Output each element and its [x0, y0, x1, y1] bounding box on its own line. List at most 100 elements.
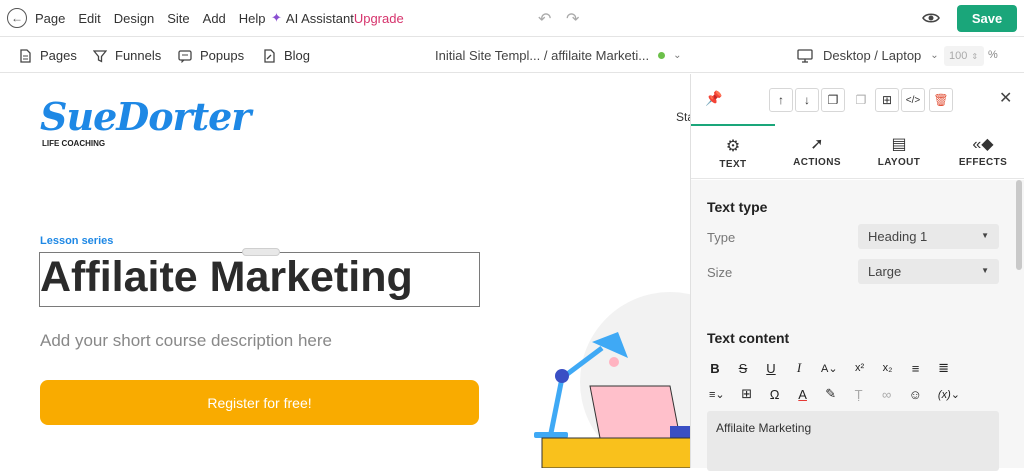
type-label: Type: [707, 230, 736, 245]
popup-icon: [178, 49, 192, 63]
italic-icon[interactable]: I: [793, 360, 805, 376]
highlight-pen-icon[interactable]: ✎: [825, 386, 837, 402]
panel-scrollbar[interactable]: [1016, 180, 1022, 270]
tab-effects-label: EFFECTS: [958, 157, 1008, 168]
layout-icon: ▤: [891, 136, 907, 153]
text-type-title: Text type: [707, 199, 768, 215]
popups-label: Popups: [200, 48, 245, 63]
secondary-bar: Pages Funnels Popups Blog Initial Site T…: [0, 38, 1024, 73]
menu-site[interactable]: Site: [167, 11, 189, 26]
zoom-value: 100: [949, 50, 968, 62]
font-size-icon[interactable]: A⌄: [821, 362, 838, 375]
status-dot: [658, 52, 666, 59]
tab-text-label: TEXT: [719, 159, 747, 170]
tab-actions[interactable]: ➚ ACTIONS: [775, 124, 859, 179]
ai-assistant-button[interactable]: AI Assistant: [286, 11, 354, 26]
tab-actions-label: ACTIONS: [793, 157, 841, 168]
text-content-title: Text content: [707, 330, 790, 346]
stepper-icon[interactable]: ⇕: [971, 52, 978, 61]
ai-assistant-group: ✦ AI Assistant Upgrade: [271, 10, 404, 26]
underline-icon[interactable]: U: [765, 361, 777, 376]
chevron-down-icon: ⌄: [930, 50, 939, 61]
move-up-icon[interactable]: ↑: [769, 88, 793, 112]
format-toolbar-row-2: ≡⌄ ⊞ Ω A ✎ Ṭ ∞ ☺ (x)⌄: [709, 386, 976, 402]
back-arrow-icon[interactable]: ←: [7, 8, 27, 28]
text-content-editor[interactable]: Affilaite Marketing: [707, 411, 999, 471]
superscript-icon[interactable]: x²: [854, 362, 866, 374]
desk-lamp-illustration: [534, 292, 690, 468]
subscript-icon[interactable]: x₂: [882, 362, 894, 374]
bullet-list-icon[interactable]: ≡: [910, 361, 922, 376]
blog-nav[interactable]: Blog: [262, 48, 310, 63]
blog-edit-icon: [264, 48, 275, 63]
delete-trash-icon[interactable]: 🗑: [929, 88, 953, 112]
menu-add[interactable]: Add: [203, 11, 226, 26]
site-path-selector[interactable]: Initial Site Templ... / affilaite Market…: [435, 48, 682, 63]
size-select-value: Large: [868, 264, 902, 279]
code-icon[interactable]: </>: [901, 88, 925, 112]
menu-edit[interactable]: Edit: [78, 11, 100, 26]
zoom-input[interactable]: 100 ⇕: [944, 46, 984, 66]
sparkle-icon: ✦: [271, 10, 282, 25]
course-description[interactable]: Add your short course description here: [40, 331, 332, 351]
special-char-icon[interactable]: Ω: [769, 387, 781, 402]
logo-tagline: LIFE COACHING: [42, 139, 106, 148]
strikethrough-icon[interactable]: S: [737, 361, 749, 376]
paste-icon[interactable]: ❐: [849, 88, 873, 112]
funnel-icon: [93, 49, 107, 63]
copy-icon[interactable]: ❐: [821, 88, 845, 112]
upgrade-link[interactable]: Upgrade: [354, 11, 404, 26]
bold-icon[interactable]: B: [709, 361, 721, 376]
save-button[interactable]: Save: [957, 5, 1017, 32]
move-down-icon[interactable]: ↓: [795, 88, 819, 112]
monitor-icon: [797, 48, 813, 63]
tab-layout-label: LAYOUT: [877, 157, 921, 168]
effects-icon: «◆: [972, 136, 994, 153]
size-label: Size: [707, 265, 733, 280]
variable-icon[interactable]: (x)⌄: [938, 388, 960, 401]
tab-text[interactable]: ⚙ TEXT: [691, 124, 775, 179]
clear-format-icon[interactable]: Ṭ: [853, 387, 865, 402]
align-icon[interactable]: ≡⌄: [709, 388, 725, 401]
funnels-label: Funnels: [115, 48, 162, 63]
type-select-value: Heading 1: [868, 229, 928, 244]
emoji-icon[interactable]: ☺: [909, 387, 922, 402]
pages-label: Pages: [40, 48, 77, 63]
page-heading[interactable]: Affilaite Marketing: [40, 253, 413, 302]
close-icon[interactable]: ✕: [999, 88, 1012, 108]
table-icon[interactable]: ⊞: [741, 386, 753, 402]
tab-effects[interactable]: «◆ EFFECTS: [941, 124, 1024, 179]
register-button[interactable]: Register for free!: [40, 380, 479, 425]
blog-label: Blog: [284, 48, 311, 63]
chevron-down-icon: ⌄: [673, 50, 682, 61]
tab-layout[interactable]: ▤ LAYOUT: [857, 124, 941, 179]
menu-page[interactable]: Page: [35, 11, 65, 26]
zoom-unit: %: [988, 49, 998, 61]
redo-icon[interactable]: ↷: [566, 9, 579, 29]
popups-nav[interactable]: Popups: [178, 48, 244, 63]
cursor-click-icon: ➚: [810, 136, 824, 153]
link-icon[interactable]: ∞: [881, 387, 893, 402]
device-selector[interactable]: Desktop / Laptop ⌄: [797, 48, 939, 63]
lesson-label[interactable]: Lesson series: [40, 235, 113, 247]
text-color-icon[interactable]: A: [797, 387, 809, 402]
preview-eye-icon[interactable]: [922, 10, 940, 26]
pages-nav[interactable]: Pages: [18, 48, 77, 63]
caret-down-icon: ▼: [981, 266, 989, 275]
size-select[interactable]: Large ▼: [858, 259, 999, 284]
type-select[interactable]: Heading 1 ▼: [858, 224, 999, 249]
menu-help[interactable]: Help: [239, 11, 266, 26]
properties-panel: 📌 ↑ ↓ ❐ ❐ ⊞ </> 🗑 ✕ ⚙ TEXT ➚ ACTIONS ▤ L…: [690, 74, 1024, 471]
page-icon: [20, 48, 31, 63]
gear-icon: ⚙: [725, 138, 741, 155]
device-label: Desktop / Laptop: [823, 48, 922, 63]
caret-down-icon: ▼: [981, 231, 989, 240]
pin-icon[interactable]: 📌: [705, 90, 722, 107]
numbered-list-icon[interactable]: ≣: [938, 360, 950, 376]
site-path-text: Initial Site Templ... / affilaite Market…: [435, 48, 650, 63]
duplicate-icon[interactable]: ⊞: [875, 88, 899, 112]
logo: SueDorter: [40, 94, 251, 139]
funnels-nav[interactable]: Funnels: [93, 48, 161, 63]
menu-design[interactable]: Design: [114, 11, 154, 26]
undo-icon[interactable]: ↶: [538, 9, 551, 29]
